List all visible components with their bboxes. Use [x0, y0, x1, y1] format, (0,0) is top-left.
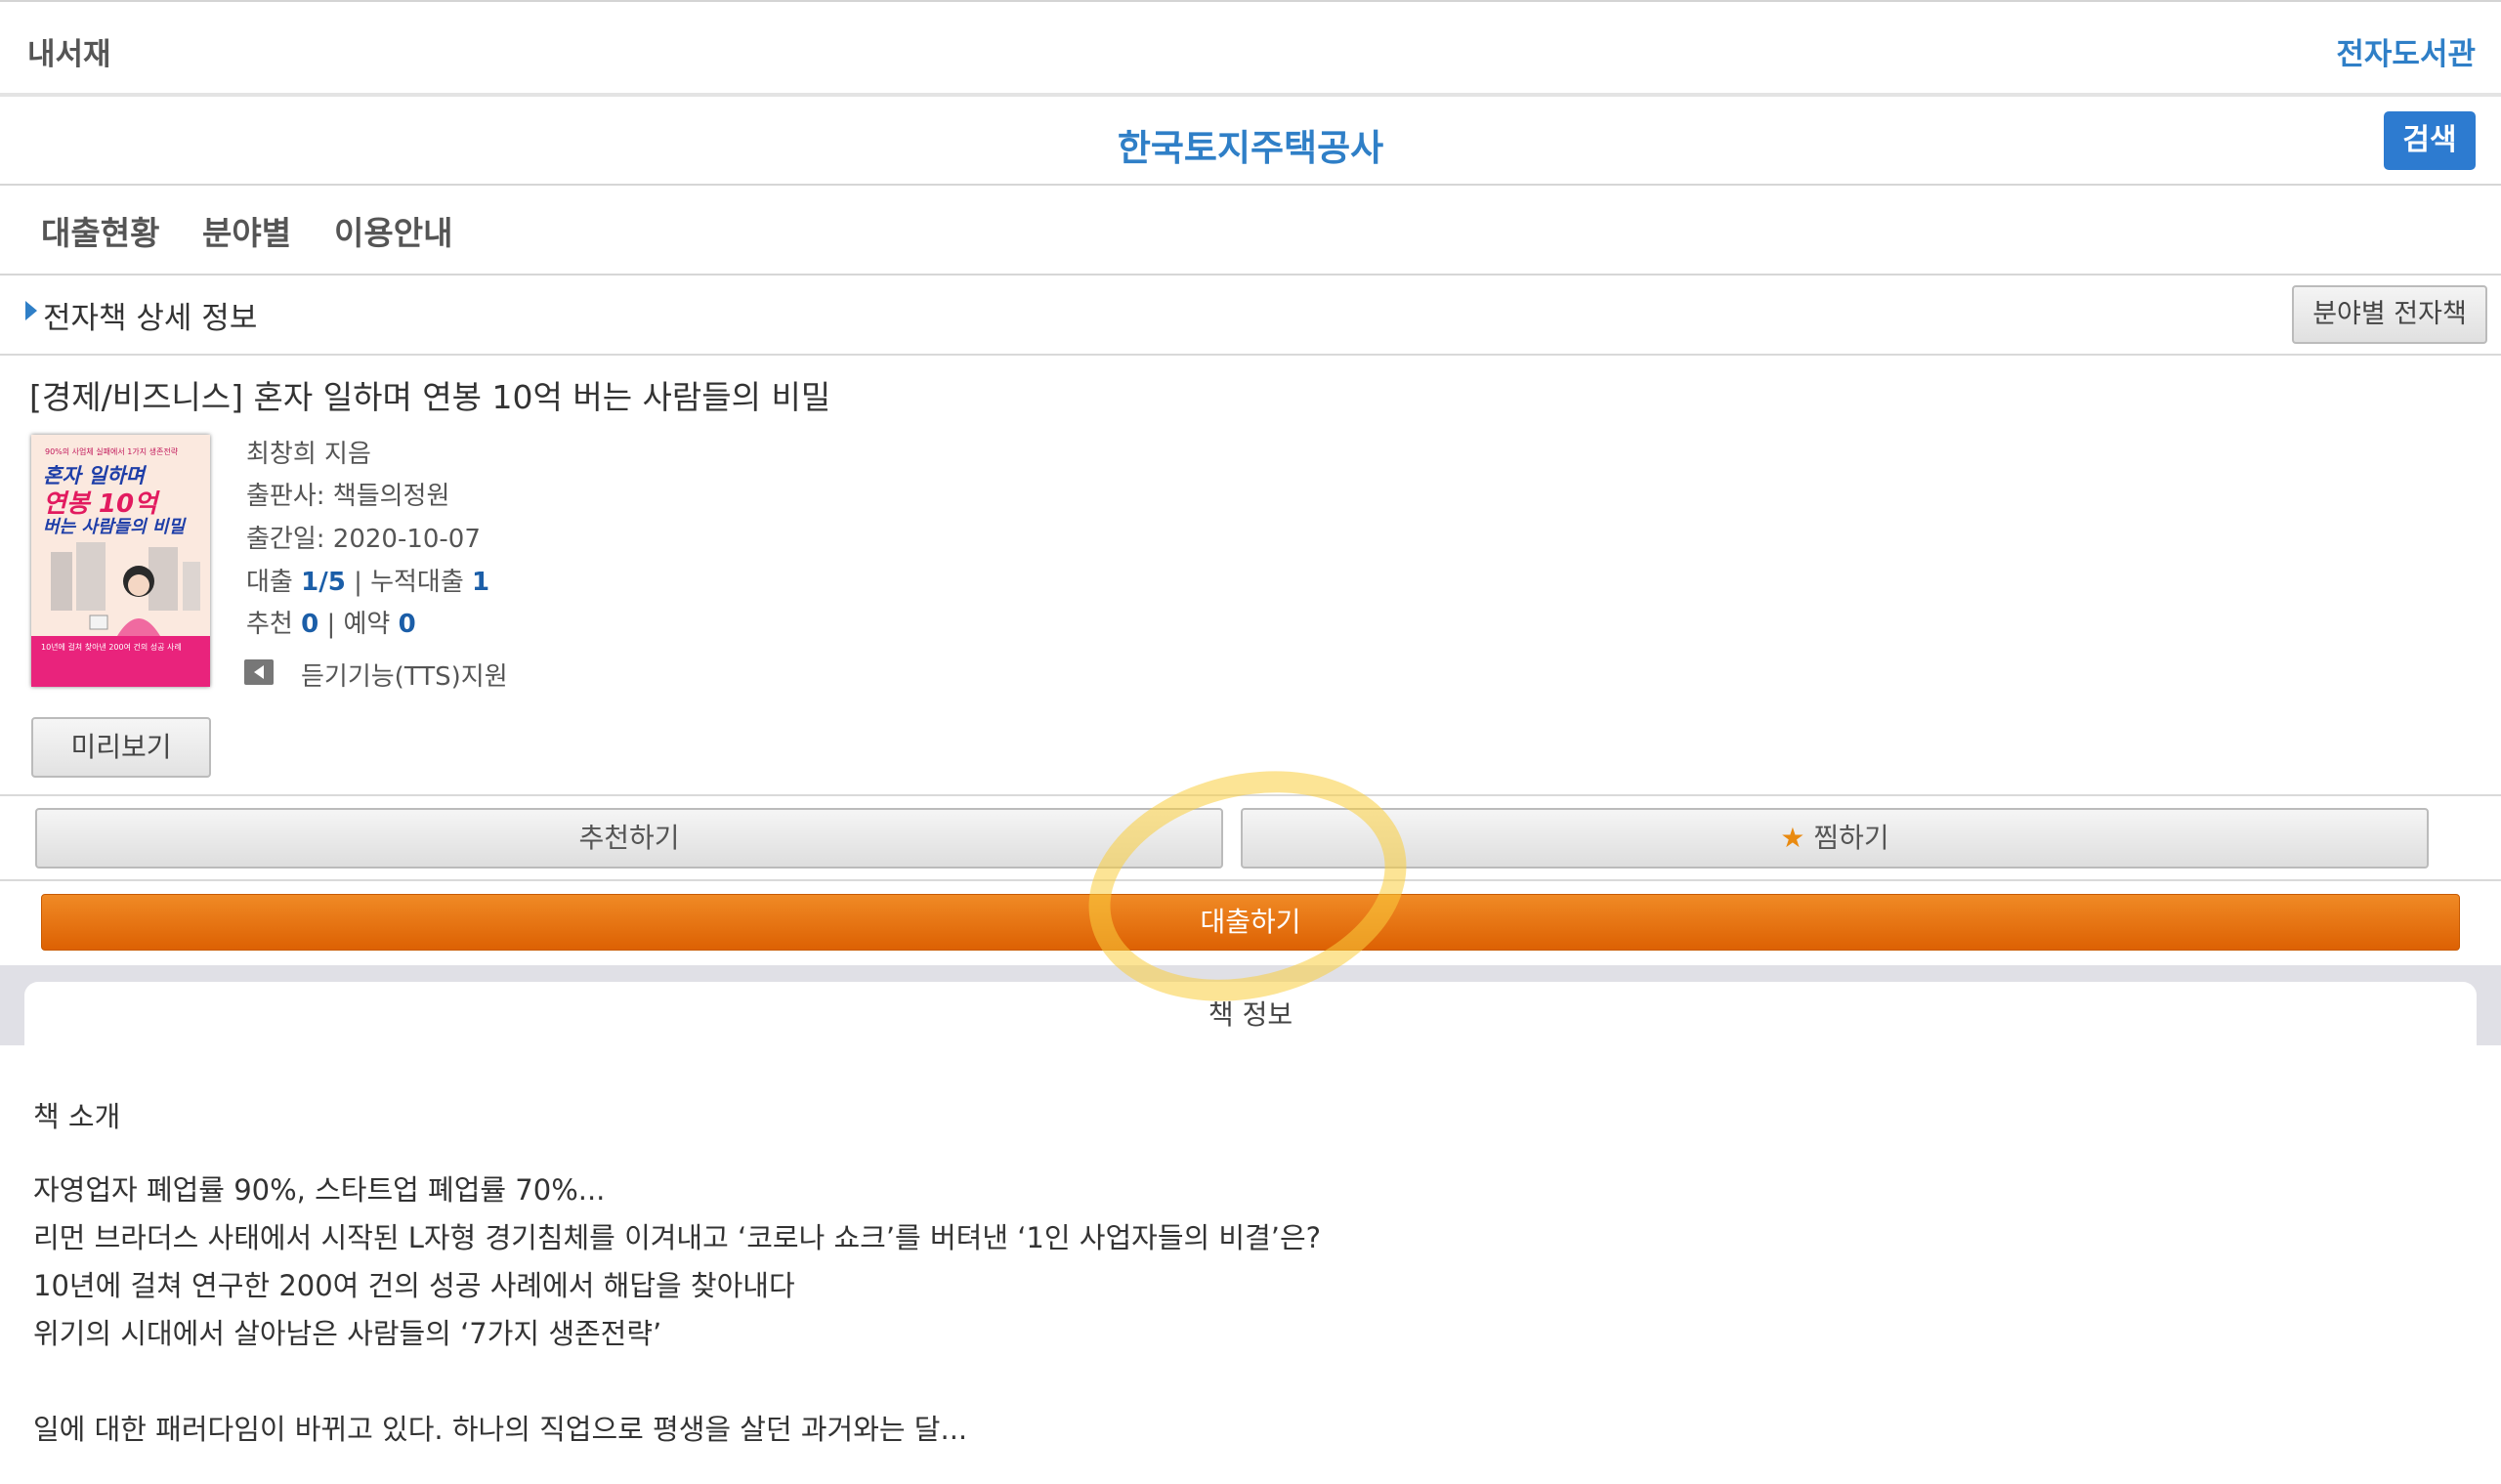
intro-heading: 책 소개	[33, 1100, 121, 1133]
cumulative-value: 1	[472, 568, 490, 597]
loan-label: 대출	[246, 568, 293, 597]
intro-line: 일에 대한 패러다임이 바뀌고 있다. 하나의 직업으로 평생을 살던 과거와는…	[33, 1413, 968, 1446]
book-author: 최창희 지음	[246, 440, 371, 469]
nav-loan-status[interactable]: 대출현황	[41, 207, 159, 254]
top-bar: 내서재 전자도서관	[0, 0, 2501, 97]
tts-support: 듣기기능(TTS)지원	[301, 662, 508, 692]
recommend-button[interactable]: 추천하기	[35, 808, 1223, 869]
category-ebooks-button[interactable]: 분야별 전자책	[2292, 285, 2487, 344]
wishlist-button[interactable]: ★ 찜하기	[1241, 808, 2429, 869]
book-publisher: 출판사: 책들의정원	[246, 482, 450, 511]
cover-bottom-band: 10년에 걸쳐 찾아낸 200여 건의 성공 사례	[31, 636, 210, 687]
section-title: 전자책 상세 정보	[43, 301, 258, 336]
preview-button[interactable]: 미리보기	[31, 717, 211, 778]
star-icon: ★	[1780, 822, 1805, 854]
cumulative-label: 누적대출	[370, 568, 464, 597]
nav-by-category[interactable]: 분야별	[202, 207, 291, 254]
intro-line: 리먼 브라더스 사태에서 시작된 L자형 경기침체를 이겨내고 ‘코로나 쇼크’…	[33, 1221, 1322, 1254]
my-library-link[interactable]: 내서재	[27, 29, 111, 73]
nav-usage-guide[interactable]: 이용안내	[334, 207, 452, 254]
intro-line: 자영업자 폐업률 90%, 스타트업 폐업률 70%...	[33, 1173, 606, 1207]
cover-bottom-text: 10년에 걸쳐 찾아낸 200여 건의 성공 사례	[41, 643, 182, 652]
book-cover-image: 90%의 사업체 실패에서 1가지 생존전략 혼자 일하며 연봉 10억 버는 …	[31, 435, 210, 687]
reserve-value: 0	[398, 610, 416, 639]
triangle-bullet-icon	[25, 301, 37, 320]
section-header: 전자책 상세 정보 분야별 전자책	[0, 276, 2501, 356]
loan-stats: 대출 1/5 | 누적대출 1	[246, 562, 489, 598]
wishlist-label: 찜하기	[1813, 822, 1889, 854]
e-library-link[interactable]: 전자도서관	[2336, 29, 2476, 73]
main-nav: 대출현황 분야별 이용안내	[0, 186, 2501, 276]
separator: |	[354, 568, 362, 597]
loan-value: 1/5	[301, 568, 346, 597]
recommend-value: 0	[301, 610, 319, 639]
intro-line: 10년에 걸쳐 연구한 200여 건의 성공 사례에서 해답을 찾아내다	[33, 1269, 795, 1302]
speaker-icon	[244, 659, 274, 685]
tab-book-info-label: 책 정보	[1208, 998, 1293, 1031]
recommend-label: 추천	[246, 610, 293, 639]
library-title[interactable]: 한국토지주택공사	[0, 118, 2501, 171]
reserve-label: 예약	[343, 610, 391, 639]
intro-line: 위기의 시대에서 살아남은 사람들의 ‘7가지 생존전략’	[33, 1317, 662, 1350]
book-pub-date: 출간일: 2020-10-07	[246, 525, 481, 554]
library-header: 한국토지주택공사 검색	[0, 97, 2501, 186]
recommend-stats: 추천 0 | 예약 0	[246, 604, 416, 640]
book-title: [경제/비즈니스] 혼자 일하며 연봉 10억 버는 사람들의 비밀	[29, 378, 831, 416]
separator: |	[326, 610, 336, 639]
search-button[interactable]: 검색	[2384, 111, 2476, 170]
